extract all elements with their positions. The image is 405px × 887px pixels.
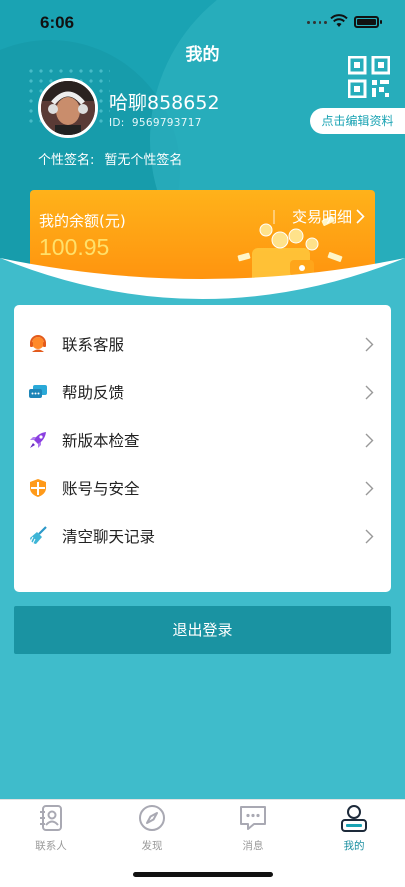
transaction-details-link[interactable]: 交易明细 xyxy=(292,206,365,227)
menu-item-customer-service[interactable]: 联系客服 xyxy=(14,320,391,368)
wifi-icon xyxy=(330,14,348,27)
header-wave-white xyxy=(0,258,405,299)
tab-label: 发现 xyxy=(141,840,163,852)
rocket-icon xyxy=(30,432,46,448)
chevron-right-icon xyxy=(365,433,374,447)
menu-item-clear-chat[interactable]: 清空聊天记录 xyxy=(14,512,391,560)
logout-button[interactable]: 退出登录 xyxy=(14,606,391,654)
tab-messages[interactable]: 消息 xyxy=(213,804,293,853)
avatar-image xyxy=(41,81,95,135)
user-id-label: ID: xyxy=(109,117,125,129)
chevron-right-icon xyxy=(365,529,374,543)
menu-item-version-check[interactable]: 新版本检查 xyxy=(14,416,391,464)
broom-icon xyxy=(30,526,47,544)
customer-service-icon xyxy=(30,335,46,352)
chevron-right-icon xyxy=(356,209,365,224)
tab-label: 我的 xyxy=(343,840,365,852)
status-bar: 6:06 xyxy=(0,0,405,44)
chevron-right-icon xyxy=(365,337,374,351)
status-time: 6:06 xyxy=(40,13,75,32)
menu-item-label: 账号与安全 xyxy=(62,480,140,498)
tab-contacts[interactable]: 联系人 xyxy=(11,804,91,853)
tab-label: 消息 xyxy=(242,840,264,852)
home-indicator xyxy=(133,872,273,877)
menu-item-help-feedback[interactable]: 帮助反馈 xyxy=(14,368,391,416)
tab-me[interactable]: 我的 xyxy=(314,804,394,853)
balance-label: 我的余额(元) xyxy=(39,212,126,230)
user-id: ID: 9569793717 xyxy=(109,117,202,129)
shield-icon xyxy=(30,479,46,497)
feedback-icon xyxy=(29,385,47,398)
nickname: 哈聊858652 xyxy=(109,92,220,114)
signature-label: 个性签名: xyxy=(38,153,95,168)
contacts-icon xyxy=(40,805,62,831)
transaction-details-label: 交易明细 xyxy=(291,208,352,226)
menu-item-label: 清空聊天记录 xyxy=(62,528,156,546)
page-title: 我的 xyxy=(185,45,220,65)
chevron-right-icon xyxy=(365,481,374,495)
menu-item-label: 联系客服 xyxy=(62,336,125,354)
menu-item-account-security[interactable]: 账号与安全 xyxy=(14,464,391,512)
menu-item-label: 帮助反馈 xyxy=(62,384,125,402)
signature-value: 暂无个性签名 xyxy=(104,153,183,168)
compass-icon xyxy=(139,805,165,831)
menu-item-label: 新版本检查 xyxy=(62,432,140,450)
cellular-signal-icon xyxy=(307,21,327,25)
avatar[interactable] xyxy=(38,78,98,138)
menu-card: 联系客服 帮助反馈 新版本检查 账号与安全 清空聊天记录 xyxy=(14,305,391,592)
battery-icon xyxy=(354,16,382,28)
message-icon xyxy=(240,806,266,830)
user-id-value: 9569793717 xyxy=(131,117,202,129)
tab-label: 联系人 xyxy=(35,840,67,852)
chevron-right-icon xyxy=(365,385,374,399)
signature-row: 个性签名: 暂无个性签名 xyxy=(38,149,182,168)
edit-profile-button[interactable]: 点击编辑资料 xyxy=(310,108,405,134)
profile-icon xyxy=(341,805,367,832)
tab-discover[interactable]: 发现 xyxy=(112,804,192,853)
qr-code-icon[interactable] xyxy=(348,56,390,98)
